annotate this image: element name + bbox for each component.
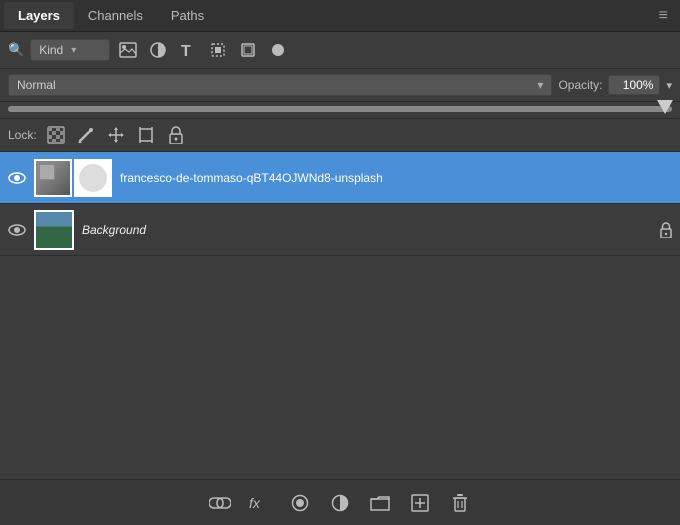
filter-fill-icon[interactable] <box>266 38 290 62</box>
layer-name: francesco-de-tommaso-qBT44OJWNd8-unsplas… <box>120 171 672 185</box>
tab-bar: Layers Channels Paths ≡ <box>0 0 680 32</box>
search-icon: 🔍 <box>8 42 24 58</box>
opacity-input[interactable]: 100% <box>608 75 660 95</box>
new-layer-button[interactable] <box>408 491 432 515</box>
lock-move-button[interactable] <box>105 124 127 146</box>
kind-dropdown[interactable]: Kind ▾ <box>30 39 110 61</box>
filter-shape-icon[interactable] <box>206 38 230 62</box>
svg-text:fx: fx <box>249 495 261 511</box>
opacity-arrow-icon[interactable]: ▾ <box>666 79 672 92</box>
panel-menu-icon[interactable]: ≡ <box>651 3 676 29</box>
layer-row[interactable]: Background <box>0 204 680 256</box>
bottom-toolbar: fx <box>0 479 680 525</box>
blend-opacity-row: Normal ▾ Opacity: 100% ▾ <box>0 69 680 102</box>
opacity-slider[interactable] <box>8 106 672 112</box>
layer-image-thumbnail <box>34 210 74 250</box>
layers-list: francesco-de-tommaso-qBT44OJWNd8-unsplas… <box>0 152 680 316</box>
link-layers-button[interactable] <box>208 491 232 515</box>
add-style-button[interactable]: fx <box>248 491 272 515</box>
tab-layers[interactable]: Layers <box>4 2 74 29</box>
group-layers-button[interactable] <box>368 491 392 515</box>
layer-visibility-toggle[interactable] <box>8 224 26 236</box>
layer-visibility-toggle[interactable] <box>8 172 26 184</box>
filter-row: 🔍 Kind ▾ T <box>0 32 680 69</box>
add-mask-button[interactable] <box>288 491 312 515</box>
lock-label: Lock: <box>8 128 37 142</box>
filter-image-icon[interactable] <box>116 38 140 62</box>
lock-pixel-button[interactable] <box>75 124 97 146</box>
delete-layer-button[interactable] <box>448 491 472 515</box>
kind-label: Kind <box>39 43 63 57</box>
blend-mode-dropdown[interactable]: Normal ▾ <box>8 74 552 96</box>
layer-row[interactable]: francesco-de-tommaso-qBT44OJWNd8-unsplas… <box>0 152 680 204</box>
filter-smart-icon[interactable] <box>236 38 260 62</box>
layers-panel: Layers Channels Paths ≡ 🔍 Kind ▾ <box>0 0 680 525</box>
layer-thumbnails <box>34 159 112 197</box>
lock-all-button[interactable] <box>165 124 187 146</box>
layer-lock-icon <box>660 222 672 238</box>
lock-row: Lock: <box>0 119 680 152</box>
layer-mask-thumbnail <box>74 159 112 197</box>
opacity-label: Opacity: <box>558 78 602 92</box>
kind-arrow-icon: ▾ <box>71 45 76 56</box>
add-adjustment-button[interactable] <box>328 491 352 515</box>
lock-artboard-button[interactable] <box>135 124 157 146</box>
tab-paths[interactable]: Paths <box>157 2 218 29</box>
slider-thumb[interactable] <box>657 100 673 114</box>
filter-adjustment-icon[interactable] <box>146 38 170 62</box>
svg-text:T: T <box>181 43 191 58</box>
blend-mode-arrow-icon: ▾ <box>537 78 543 92</box>
opacity-slider-area <box>0 102 680 119</box>
blend-mode-label: Normal <box>17 78 56 92</box>
layer-name: Background <box>82 223 652 237</box>
lock-transparent-button[interactable] <box>45 124 67 146</box>
slider-fill <box>8 106 672 112</box>
layer-image-thumbnail <box>34 159 72 197</box>
empty-layers-area <box>0 316 680 480</box>
filter-type-icon[interactable]: T <box>176 38 200 62</box>
tab-channels[interactable]: Channels <box>74 2 157 29</box>
